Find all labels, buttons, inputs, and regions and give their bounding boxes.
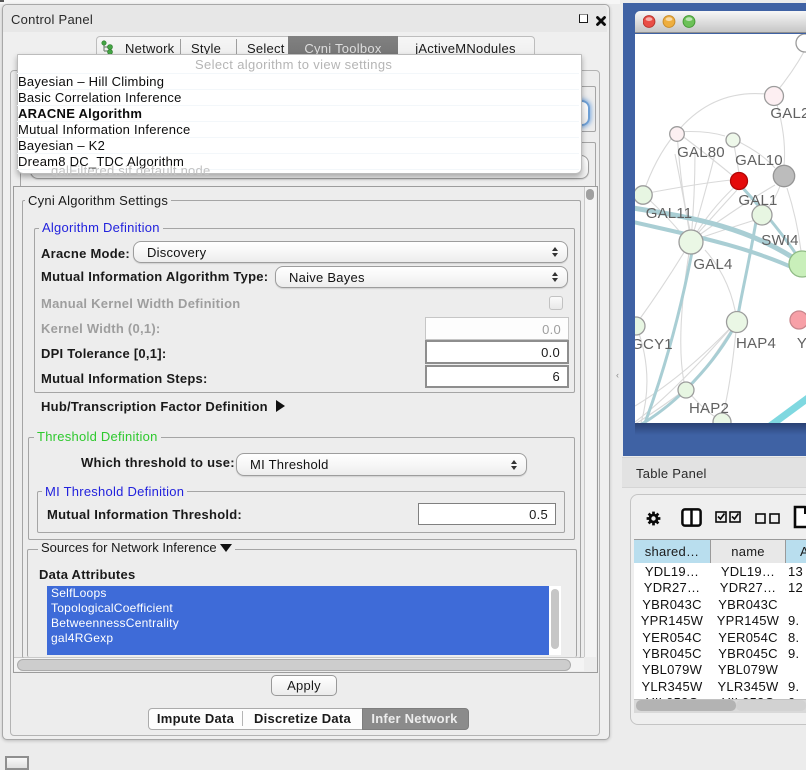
svg-text:GAL11: GAL11 bbox=[646, 205, 693, 222]
svg-text:SWI4: SWI4 bbox=[761, 232, 798, 249]
svg-text:GAL10: GAL10 bbox=[735, 152, 783, 169]
svg-text:HAP4: HAP4 bbox=[736, 335, 776, 352]
svg-text:GCY1: GCY1 bbox=[635, 336, 673, 353]
svg-text:HAP2: HAP2 bbox=[689, 400, 729, 417]
svg-text:GAL80: GAL80 bbox=[677, 144, 725, 161]
svg-text:GAL1: GAL1 bbox=[738, 192, 777, 209]
svg-text:GAL4: GAL4 bbox=[693, 256, 732, 273]
svg-text:Y: Y bbox=[797, 335, 806, 352]
svg-text:GAL2: GAL2 bbox=[770, 105, 806, 122]
